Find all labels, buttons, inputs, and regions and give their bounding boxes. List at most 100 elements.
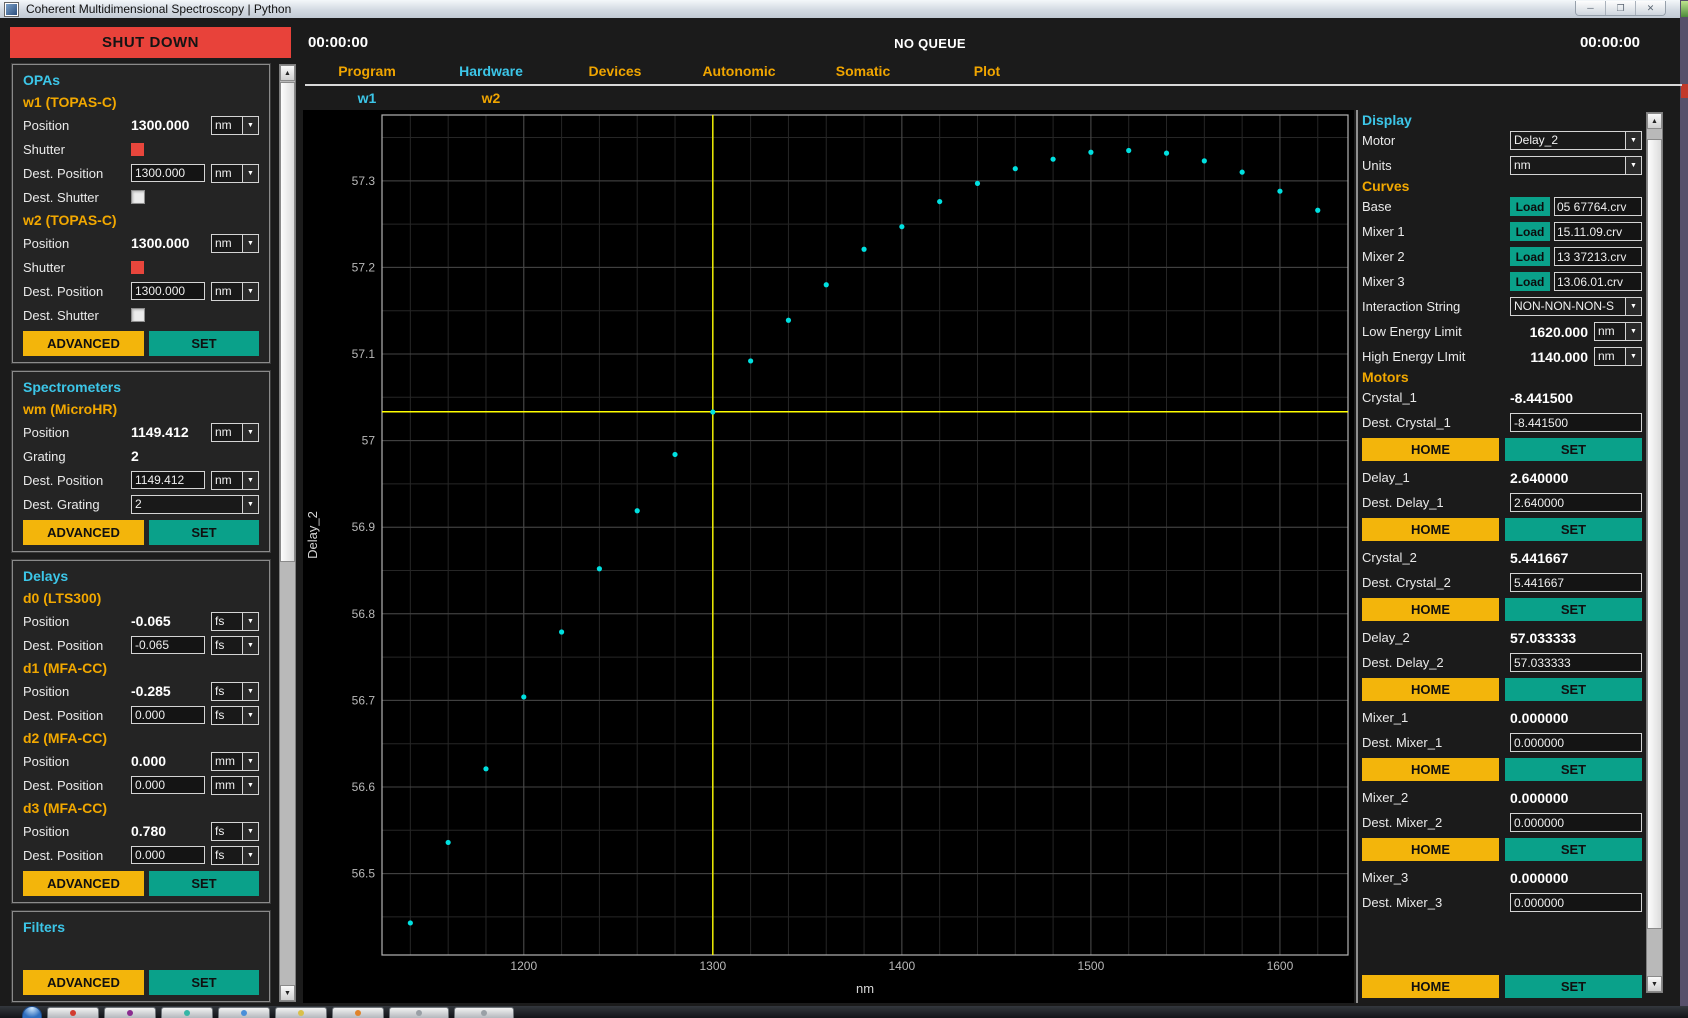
delays-set-button[interactable]: SET	[149, 871, 259, 896]
tab-devices[interactable]: Devices	[553, 63, 677, 83]
mixer-1-set-button[interactable]: SET	[1505, 758, 1642, 781]
opas-advanced-button[interactable]: ADVANCED	[23, 331, 144, 356]
tab-plot[interactable]: Plot	[925, 63, 1049, 83]
chevron-down-icon[interactable]: ▼	[1625, 157, 1641, 174]
dest-mixer-3-input[interactable]: 0.000000	[1510, 893, 1642, 912]
mixer-2-set-button[interactable]: SET	[1505, 838, 1642, 861]
dest-delay-1-input[interactable]: 2.640000	[1510, 493, 1642, 512]
d3-mfa-cc-position-unit-select[interactable]: fs▼	[211, 822, 259, 841]
curves-high-energy-limit-unit-select[interactable]: nm▼	[1594, 347, 1642, 366]
crystal-1-home-button[interactable]: HOME	[1362, 438, 1499, 461]
d3-mfa-cc-dest-position-unit-select[interactable]: fs▼	[211, 846, 259, 865]
crystal-1-set-button[interactable]: SET	[1505, 438, 1642, 461]
d1-mfa-cc-position-unit-select[interactable]: fs▼	[211, 682, 259, 701]
d1-mfa-cc-dest-position-unit-select[interactable]: fs▼	[211, 706, 259, 725]
mixer-3-set-button[interactable]: SET	[1505, 975, 1642, 998]
chevron-down-icon[interactable]: ▼	[1625, 132, 1641, 149]
taskbar-app-purple[interactable]	[104, 1007, 156, 1018]
subtab-w1[interactable]: w1	[305, 90, 429, 106]
d3-mfa-cc-dest-position-input[interactable]: 0.000	[131, 846, 205, 864]
w1-topas-c-dest-position-unit-select[interactable]: nm▼	[211, 164, 259, 183]
dest-crystal-2-input[interactable]: 5.441667	[1510, 573, 1642, 592]
chevron-down-icon[interactable]: ▼	[242, 165, 258, 182]
w1-topas-c-position-unit-select[interactable]: nm▼	[211, 116, 259, 135]
chevron-down-icon[interactable]: ▼	[1625, 323, 1641, 340]
dest-mixer-1-input[interactable]: 0.000000	[1510, 733, 1642, 752]
mixer-2-file-input[interactable]: 13 37213.crv	[1554, 247, 1642, 266]
d0-lts300-dest-position-unit-select[interactable]: fs▼	[211, 636, 259, 655]
mixer-3-file-input[interactable]: 13.06.01.crv	[1554, 272, 1642, 291]
delay-1-home-button[interactable]: HOME	[1362, 518, 1499, 541]
mixer-2-load-button[interactable]: Load	[1510, 247, 1550, 266]
crystal-2-home-button[interactable]: HOME	[1362, 598, 1499, 621]
d0-lts300-dest-position-input[interactable]: -0.065	[131, 636, 205, 654]
display-units-select[interactable]: nm▼	[1510, 156, 1642, 175]
dest-crystal-1-input[interactable]: -8.441500	[1510, 413, 1642, 432]
chevron-down-icon[interactable]: ▼	[1625, 348, 1641, 365]
d0-lts300-position-unit-select[interactable]: fs▼	[211, 612, 259, 631]
d1-mfa-cc-dest-position-input[interactable]: 0.000	[131, 706, 205, 724]
mixer-3-load-button[interactable]: Load	[1510, 272, 1550, 291]
delays-advanced-button[interactable]: ADVANCED	[23, 871, 144, 896]
chevron-down-icon[interactable]: ▼	[242, 847, 258, 864]
chevron-down-icon[interactable]: ▼	[1625, 298, 1641, 315]
scroll-down-icon[interactable]: ▼	[280, 985, 295, 1001]
wm-microhr-dest-position-input[interactable]: 1149.412	[131, 471, 205, 489]
chevron-down-icon[interactable]: ▼	[242, 117, 258, 134]
mixer-1-file-input[interactable]: 15.11.09.crv	[1554, 222, 1642, 241]
scrollbar-thumb[interactable]	[280, 82, 295, 562]
chevron-down-icon[interactable]: ▼	[242, 707, 258, 724]
delay-2-set-button[interactable]: SET	[1505, 678, 1642, 701]
scroll-up-icon[interactable]: ▲	[280, 65, 295, 81]
w2-topas-c-dest-position-unit-select[interactable]: nm▼	[211, 282, 259, 301]
w1-topas-c-dest-position-input[interactable]: 1300.000	[131, 164, 205, 182]
chevron-down-icon[interactable]: ▼	[242, 637, 258, 654]
curves-low-energy-limit-unit-select[interactable]: nm▼	[1594, 322, 1642, 341]
d2-mfa-cc-dest-position-unit-select[interactable]: mm▼	[211, 776, 259, 795]
chevron-down-icon[interactable]: ▼	[242, 823, 258, 840]
w2-topas-c-dest-position-input[interactable]: 1300.000	[131, 282, 205, 300]
taskbar-window-2[interactable]	[454, 1007, 514, 1018]
d2-mfa-cc-dest-position-input[interactable]: 0.000	[131, 776, 205, 794]
delay-2-home-button[interactable]: HOME	[1362, 678, 1499, 701]
spectrometers-set-button[interactable]: SET	[149, 520, 259, 545]
tab-autonomic[interactable]: Autonomic	[677, 63, 801, 83]
restore-button[interactable]: ❐	[1605, 1, 1635, 15]
minimize-button[interactable]: ─	[1576, 1, 1605, 15]
mixer-3-home-button[interactable]: HOME	[1362, 975, 1499, 998]
tab-hardware[interactable]: Hardware	[429, 63, 553, 83]
dest-delay-2-input[interactable]: 57.033333	[1510, 653, 1642, 672]
w2-topas-c-dest-shutter-checkbox[interactable]	[131, 308, 145, 322]
mixer-1-load-button[interactable]: Load	[1510, 222, 1550, 241]
display-motor-select[interactable]: Delay_2▼	[1510, 131, 1642, 150]
taskbar-window-1[interactable]	[389, 1007, 449, 1018]
start-orb[interactable]	[22, 1006, 42, 1018]
curves-interaction-string-select[interactable]: NON-NON-NON-S▼	[1510, 297, 1642, 316]
opas-set-button[interactable]: SET	[149, 331, 259, 356]
taskbar-app-folder[interactable]	[275, 1007, 327, 1018]
chevron-down-icon[interactable]: ▼	[242, 235, 258, 252]
filters-set-button[interactable]: SET	[149, 970, 259, 995]
w2-topas-c-position-unit-select[interactable]: nm▼	[211, 234, 259, 253]
crystal-2-set-button[interactable]: SET	[1505, 598, 1642, 621]
chevron-down-icon[interactable]: ▼	[242, 683, 258, 700]
shutdown-button[interactable]: SHUT DOWN	[10, 27, 291, 58]
chevron-down-icon[interactable]: ▼	[242, 496, 258, 513]
close-button[interactable]: ✕	[1635, 1, 1665, 15]
chevron-down-icon[interactable]: ▼	[242, 424, 258, 441]
scrollbar-thumb[interactable]	[1647, 139, 1662, 929]
taskbar-app-orange[interactable]	[332, 1007, 384, 1018]
wm-microhr-dest-grating-select[interactable]: 2▼	[131, 495, 259, 514]
chevron-down-icon[interactable]: ▼	[242, 283, 258, 300]
spectrometers-advanced-button[interactable]: ADVANCED	[23, 520, 144, 545]
subtab-w2[interactable]: w2	[429, 90, 553, 106]
left-scrollbar[interactable]: ▲ ▼	[279, 64, 296, 1002]
taskbar-app-teal[interactable]	[161, 1007, 213, 1018]
chevron-down-icon[interactable]: ▼	[242, 777, 258, 794]
filters-advanced-button[interactable]: ADVANCED	[23, 970, 144, 995]
mixer-1-home-button[interactable]: HOME	[1362, 758, 1499, 781]
chevron-down-icon[interactable]: ▼	[242, 472, 258, 489]
right-scrollbar[interactable]: ▲ ▼	[1646, 112, 1663, 993]
base-file-input[interactable]: 05 67764.crv	[1554, 197, 1642, 216]
mixer-2-home-button[interactable]: HOME	[1362, 838, 1499, 861]
